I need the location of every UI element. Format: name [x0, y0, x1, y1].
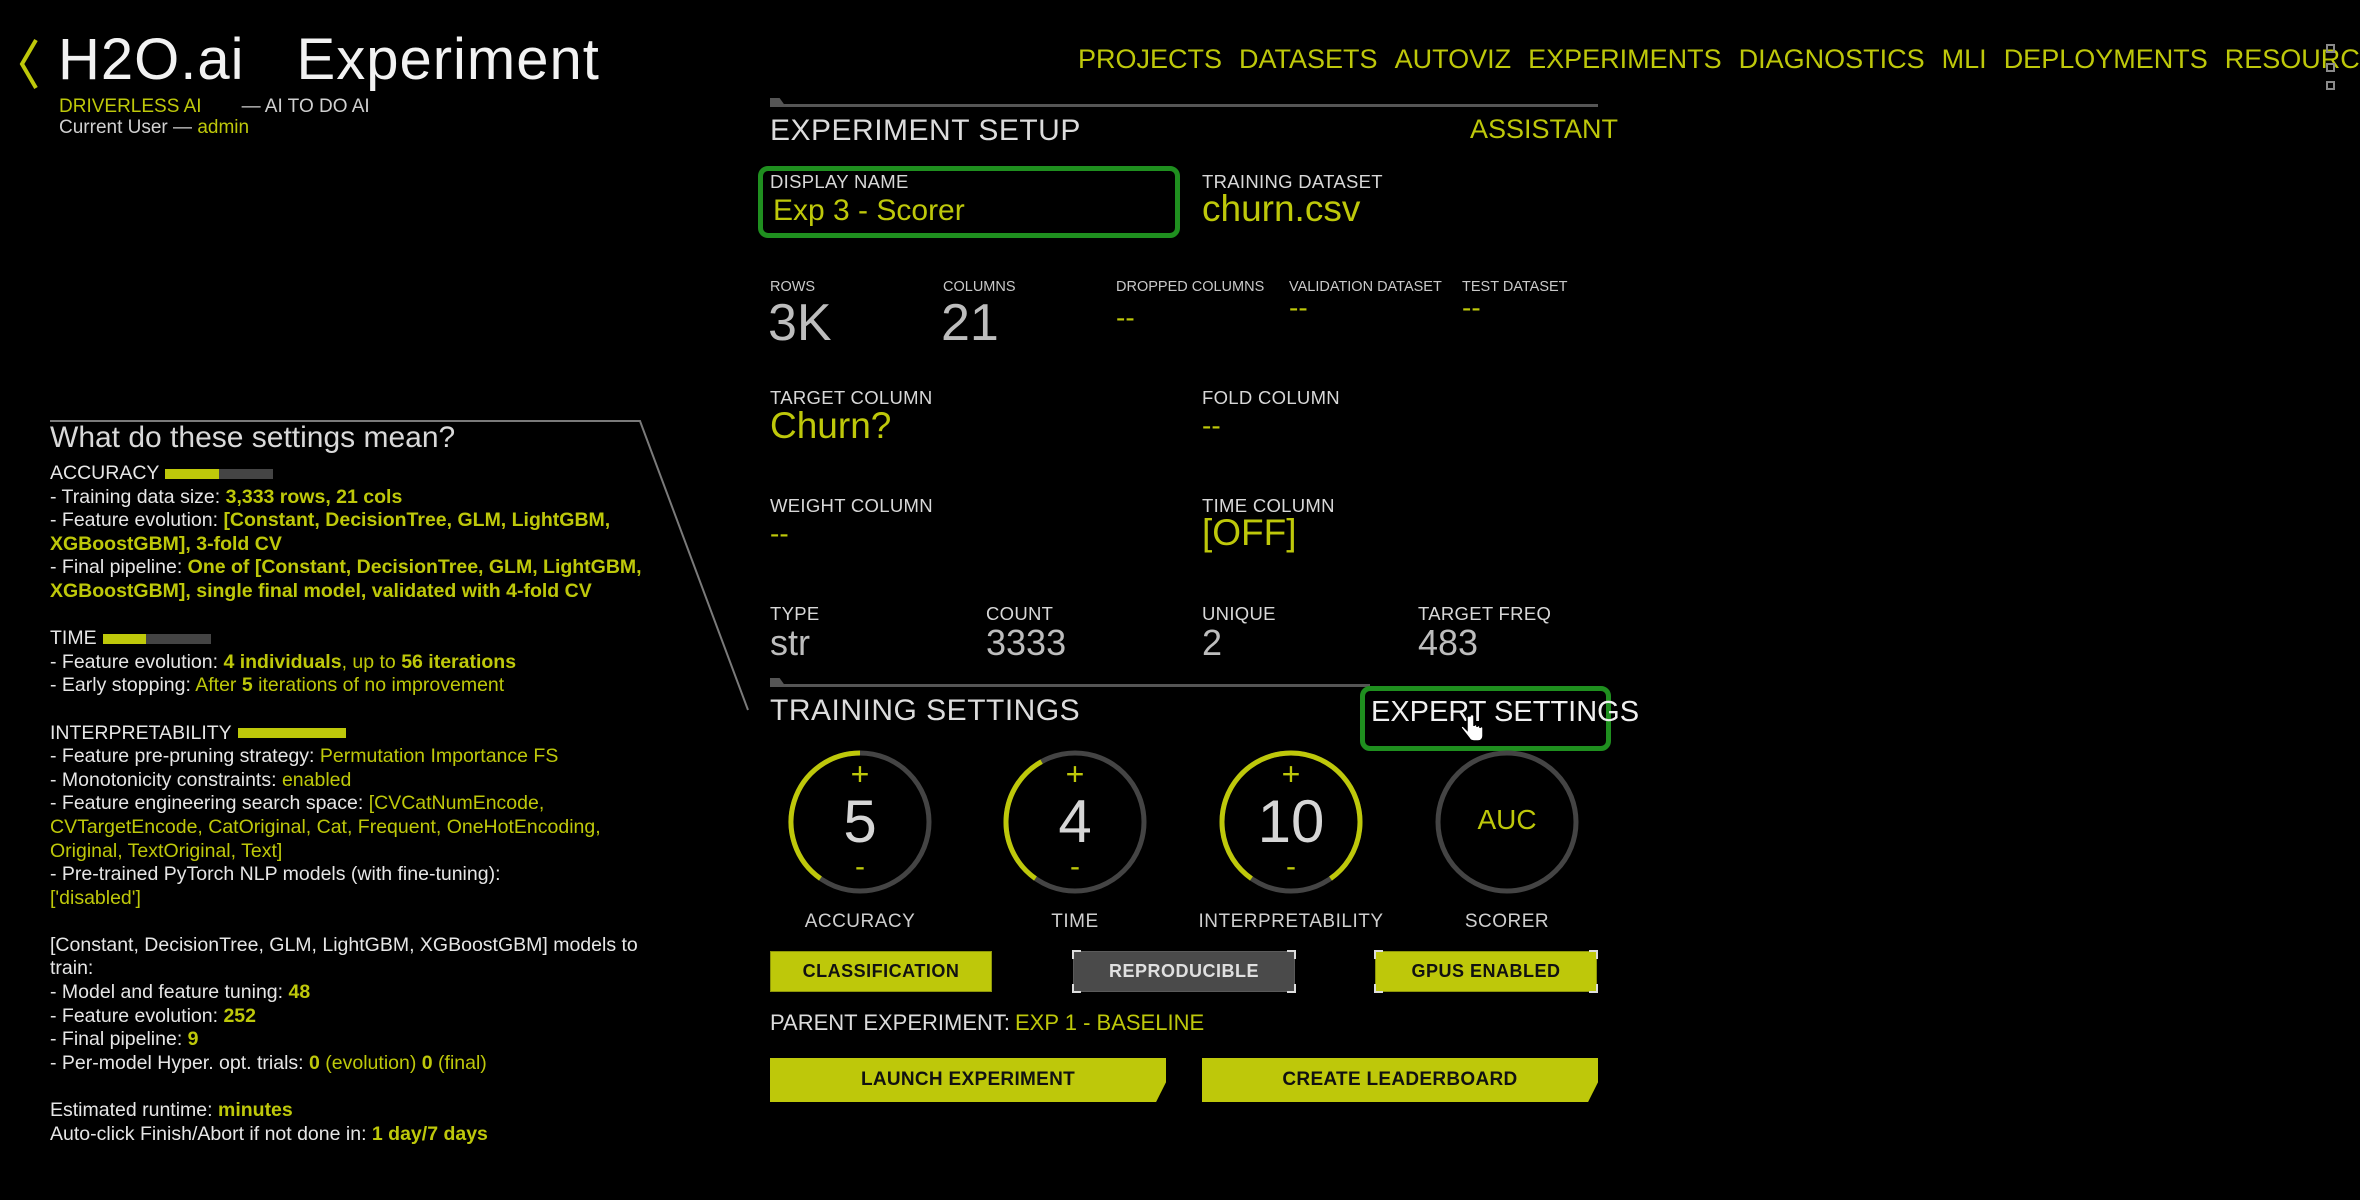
search-space-line: - Feature engineering search space: [CVC…	[50, 792, 601, 862]
dropped-columns-value[interactable]: --	[1116, 302, 1135, 334]
display-name-label: DISPLAY NAME	[770, 171, 909, 192]
page-title: H2O.ai Experiment	[58, 26, 600, 93]
nav-resources[interactable]: RESOURCES▼	[2225, 44, 2360, 75]
fold-column-value[interactable]: --	[1202, 410, 1221, 442]
nav-projects[interactable]: PROJECTS	[1078, 44, 1222, 75]
nav-diagnostics[interactable]: DIAGNOSTICS	[1739, 44, 1925, 75]
accuracy-increase-button[interactable]: +	[780, 758, 940, 790]
target-count-value: 3333	[986, 622, 1067, 663]
top-nav: PROJECTS DATASETS AUTOVIZ EXPERIMENTS DI…	[1078, 44, 2360, 75]
training-settings-title: TRAINING SETTINGS	[770, 694, 1081, 727]
accuracy-section-header: ACCURACY	[50, 462, 650, 486]
setup-divider	[770, 104, 1598, 107]
target-unique-value: 2	[1202, 622, 1223, 663]
interpretability-section-header: INTERPRETABILITY	[50, 722, 650, 746]
nav-experiments[interactable]: EXPERIMENTS	[1528, 44, 1722, 75]
setup-title: EXPERIMENT SETUP	[770, 114, 1081, 147]
training-divider	[770, 684, 1370, 687]
interpretability-increase-button[interactable]: +	[1211, 758, 1371, 790]
back-chevron-icon[interactable]	[14, 36, 44, 92]
time-value: 4	[1058, 788, 1092, 855]
rows-value: 3K	[768, 294, 832, 352]
time-level-bar	[102, 633, 211, 644]
validation-dataset-value[interactable]: --	[1289, 292, 1308, 324]
monotonicity-line: - Monotonicity constraints: enabled	[50, 768, 352, 791]
early-stopping-line: - Early stopping: After 5 iterations of …	[50, 674, 505, 697]
classification-toggle[interactable]: CLASSIFICATION	[770, 951, 992, 992]
reproducible-toggle[interactable]: REPRODUCIBLE	[1072, 950, 1296, 993]
window-menu-icon[interactable]	[2326, 44, 2338, 90]
accuracy-dial: + 5 - ACCURACY	[780, 742, 940, 942]
time-decrease-button[interactable]: -	[995, 852, 1155, 882]
time-column-value[interactable]: [OFF]	[1202, 512, 1297, 554]
columns-value: 21	[941, 294, 999, 352]
current-user: Current User — admin	[59, 117, 249, 139]
nav-deployments[interactable]: DEPLOYMENTS	[2004, 44, 2208, 75]
nav-datasets[interactable]: DATASETS	[1239, 44, 1378, 75]
interpretability-decrease-button[interactable]: -	[1211, 852, 1371, 882]
time-section-header: TIME	[50, 627, 650, 651]
gpus-enabled-toggle[interactable]: GPUS ENABLED	[1374, 950, 1598, 993]
product-tagline: DRIVERLESS AI — AI TO DO AI	[59, 96, 370, 118]
scorer-dial[interactable]: AUC SCORER	[1427, 742, 1587, 942]
interpretability-label: INTERPRETABILITY	[1198, 911, 1384, 932]
accuracy-label: ACCURACY	[804, 911, 916, 932]
hyper-trials-line: - Per-model Hyper. opt. trials: 0 (evolu…	[50, 1051, 487, 1074]
evolution-count-line: - Feature evolution: 252	[50, 1004, 256, 1027]
target-type-value: str	[770, 622, 810, 663]
launch-experiment-button[interactable]: LAUNCH EXPERIMENT	[770, 1058, 1166, 1102]
interpretability-value: 10	[1257, 788, 1325, 855]
accuracy-value: 5	[843, 788, 877, 855]
autoclick-line: Auto-click Finish/Abort if not done in: …	[50, 1122, 488, 1145]
scorer-label: SCORER	[1464, 911, 1550, 932]
validation-dataset-label: VALIDATION DATASET	[1289, 279, 1442, 295]
nav-mli[interactable]: MLI	[1942, 44, 1987, 75]
parent-experiment-link[interactable]: EXP 1 - BASELINE	[1015, 1010, 1204, 1036]
training-size-line: - Training data size: 3,333 rows, 21 col…	[50, 485, 403, 508]
accuracy-feature-evolution-line: - Feature evolution: [Constant, Decision…	[50, 509, 611, 555]
time-label: TIME	[1051, 911, 1099, 932]
dropped-columns-label: DROPPED COLUMNS	[1116, 279, 1265, 295]
weight-column-value[interactable]: --	[770, 518, 789, 550]
final-count-line: - Final pipeline: 9	[50, 1028, 199, 1051]
page-name: Experiment	[296, 27, 600, 92]
tagline: — AI TO DO AI	[241, 96, 370, 117]
accuracy-level-bar	[165, 468, 274, 479]
nav-autoviz[interactable]: AUTOVIZ	[1395, 44, 1512, 75]
parent-experiment-label: PARENT EXPERIMENT:	[770, 1010, 1011, 1035]
assistant-link[interactable]: ASSISTANT	[1470, 114, 1618, 145]
settings-help-panel: What do these settings mean? ACCURACY - …	[50, 420, 650, 1146]
interpretability-dial: + 10 - INTERPRETABILITY	[1198, 742, 1383, 942]
training-dataset-value[interactable]: churn.csv	[1202, 188, 1360, 230]
scorer-value[interactable]: AUC	[1427, 804, 1587, 836]
current-user-label: Current User —	[59, 117, 193, 138]
brand-logo: H2O.ai	[58, 27, 245, 92]
tuning-line: - Model and feature tuning: 48	[50, 981, 311, 1004]
final-pipeline-line: - Final pipeline: One of [Constant, Deci…	[50, 556, 642, 602]
test-dataset-value[interactable]: --	[1462, 292, 1481, 324]
fold-column-label: FOLD COLUMN	[1202, 387, 1340, 408]
create-leaderboard-button[interactable]: CREATE LEADERBOARD	[1202, 1058, 1598, 1102]
target-column-value[interactable]: Churn?	[770, 405, 891, 447]
runtime-line: Estimated runtime: minutes	[50, 1099, 293, 1122]
interpretability-level-bar	[237, 728, 346, 739]
target-freq-value: 483	[1418, 622, 1479, 663]
expert-settings-button[interactable]: EXPERT SETTINGS	[1371, 696, 1639, 729]
models-intro: [Constant, DecisionTree, GLM, LightGBM, …	[50, 933, 638, 980]
display-name-input[interactable]: Exp 3 - Scorer	[773, 194, 965, 228]
product-name: DRIVERLESS AI	[59, 96, 202, 117]
time-increase-button[interactable]: +	[995, 758, 1155, 790]
help-title: What do these settings mean?	[50, 421, 456, 454]
pruning-line: - Feature pre-pruning strategy: Permutat…	[50, 745, 559, 768]
current-user-name[interactable]: admin	[197, 117, 249, 138]
accuracy-decrease-button[interactable]: -	[780, 852, 940, 882]
nlp-models-line: - Pre-trained PyTorch NLP models (with f…	[50, 863, 501, 909]
time-feature-evolution-line: - Feature evolution: 4 individuals, up t…	[50, 650, 517, 673]
weight-column-label: WEIGHT COLUMN	[770, 495, 933, 516]
time-dial: + 4 - TIME	[995, 742, 1155, 942]
